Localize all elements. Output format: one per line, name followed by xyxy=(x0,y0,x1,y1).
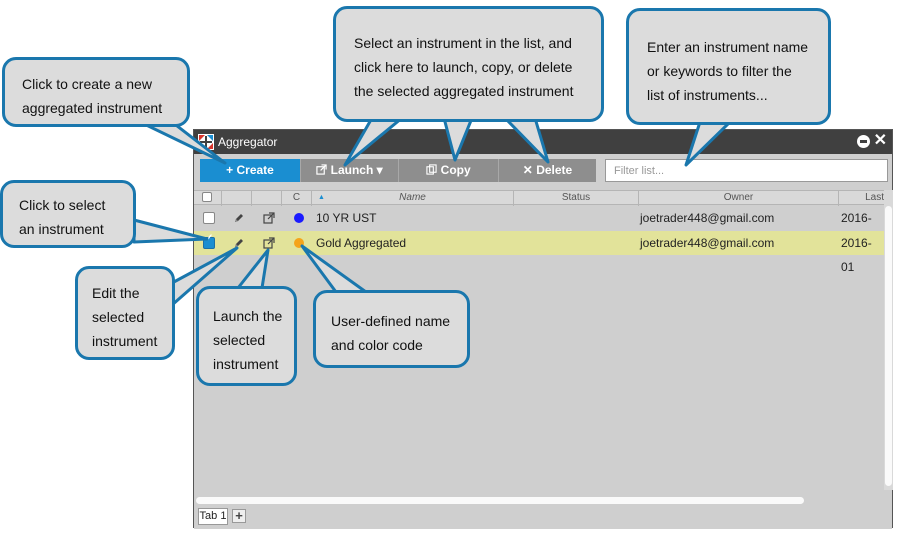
callout-edit-line-3: instrument xyxy=(92,333,158,349)
callout-create-line-1: Click to create a new xyxy=(22,76,152,92)
callout-lcd-line-2: click here to launch, copy, or delete xyxy=(354,59,573,75)
callout-edit-line-1: Edit the xyxy=(92,285,140,301)
callout-launch-copy-delete: Select an instrument in the list, and cl… xyxy=(333,6,604,122)
callout-pointer-create xyxy=(138,120,227,165)
callout-pointer-filter xyxy=(684,120,732,167)
callout-launch-row: Launch the selected instrument xyxy=(196,286,297,386)
callout-launch-row-line-3: instrument xyxy=(213,356,279,372)
callout-name-color-line-1: User-defined name xyxy=(331,313,451,329)
callout-edit-line-2: selected xyxy=(92,309,145,325)
callout-pointer-copy xyxy=(442,116,474,162)
callout-filter-line-3: list of instruments... xyxy=(647,87,768,103)
callout-select-line-2: an instrument xyxy=(19,221,104,237)
callout-filter-line-1: Enter an instrument name xyxy=(647,39,809,55)
callout-filter: Enter an instrument name or keywords to … xyxy=(626,8,831,125)
callout-launch-row-line-1: Launch the xyxy=(213,308,283,324)
callout-pointer-name-color xyxy=(300,244,368,294)
callout-create: Click to create a new aggregated instrum… xyxy=(2,57,190,127)
callout-lcd-line-3: the selected aggregated instrument xyxy=(354,83,574,99)
callout-select-line-1: Click to select xyxy=(19,197,106,213)
callout-pointer-delete xyxy=(503,116,550,164)
callout-pointer-select xyxy=(132,218,209,244)
callout-lcd-line-1: Select an instrument in the list, and xyxy=(354,35,572,51)
callout-name-color: User-defined name and color code xyxy=(313,290,470,368)
callout-pointer-launch xyxy=(343,116,404,167)
callout-launch-row-line-2: selected xyxy=(213,332,266,348)
callout-filter-line-2: or keywords to filter the xyxy=(647,63,792,79)
callout-create-line-2: aggregated instrument xyxy=(22,100,163,116)
callout-pointer-launch-row xyxy=(236,248,270,290)
callout-edit: Edit the selected instrument xyxy=(75,266,175,360)
callout-name-color-line-2: and color code xyxy=(331,337,423,353)
callout-select: Click to select an instrument xyxy=(0,180,136,248)
